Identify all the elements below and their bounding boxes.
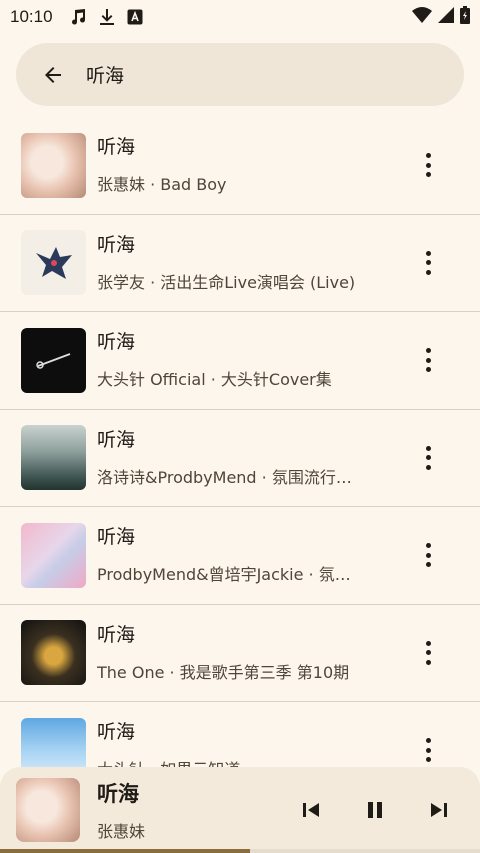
download-icon xyxy=(99,8,115,26)
list-item[interactable]: 听海 The One · 我是歌手第三季 第10期 xyxy=(0,605,480,702)
song-subtitle: ProdbyMend&曾培宇Jackie · 氛… xyxy=(97,565,351,585)
status-bar: 10:10 xyxy=(0,0,480,34)
playback-progress-track[interactable] xyxy=(249,849,480,853)
song-subtitle: 张惠妹 · Bad Boy xyxy=(97,175,227,195)
wifi-icon xyxy=(412,6,432,28)
list-item[interactable]: 听海 ProdbyMend&曾培宇Jackie · 氛… xyxy=(0,507,480,605)
signal-icon xyxy=(438,6,454,28)
album-art xyxy=(21,425,86,491)
music-note-icon xyxy=(69,8,87,26)
list-item[interactable]: 听海 张惠妹 · Bad Boy xyxy=(0,117,480,215)
song-subtitle: 大头针 Official · 大头针Cover集 xyxy=(97,370,332,390)
pause-icon[interactable] xyxy=(360,795,390,825)
player-title: 听海 xyxy=(97,782,139,806)
mini-player[interactable]: 听海 张惠妹 xyxy=(0,767,480,853)
more-vert-icon[interactable] xyxy=(416,151,440,179)
search-query[interactable]: 听海 xyxy=(86,61,124,88)
song-subtitle: 张学友 · 活出生命Live演唱会 (Live) xyxy=(97,272,356,292)
song-title: 听海 xyxy=(97,331,136,354)
song-subtitle: The One · 我是歌手第三季 第10期 xyxy=(97,662,350,682)
more-vert-icon[interactable] xyxy=(416,249,440,277)
player-album-art[interactable] xyxy=(16,778,80,842)
search-bar[interactable]: 听海 xyxy=(16,43,464,106)
back-arrow-icon[interactable] xyxy=(40,62,66,88)
more-vert-icon[interactable] xyxy=(416,346,440,374)
list-item[interactable]: 听海 大头针 Official · 大头针Cover集 xyxy=(0,312,480,410)
album-art xyxy=(21,327,86,393)
song-title: 听海 xyxy=(97,526,136,549)
song-title: 听海 xyxy=(97,233,136,256)
album-art xyxy=(21,522,86,588)
status-time: 10:10 xyxy=(10,7,53,26)
search-results-list: 听海 张惠妹 · Bad Boy 听海 张学友 · 活出生命Live演唱会 (L… xyxy=(0,117,480,800)
song-title: 听海 xyxy=(97,623,136,646)
skip-previous-icon[interactable] xyxy=(296,795,326,825)
album-art xyxy=(21,620,86,686)
player-artist: 张惠妹 xyxy=(97,822,146,841)
keyboard-a-icon xyxy=(127,9,143,25)
song-title: 听海 xyxy=(97,721,136,744)
song-title: 听海 xyxy=(97,136,136,159)
list-item[interactable]: 听海 洛诗诗&ProdbyMend · 氛围流行… xyxy=(0,410,480,507)
album-art xyxy=(21,132,86,198)
album-art xyxy=(21,230,86,296)
more-vert-icon[interactable] xyxy=(416,736,440,764)
song-title: 听海 xyxy=(97,428,136,451)
more-vert-icon[interactable] xyxy=(416,444,440,472)
skip-next-icon[interactable] xyxy=(424,795,454,825)
song-subtitle: 洛诗诗&ProdbyMend · 氛围流行… xyxy=(97,467,352,487)
playback-progress[interactable] xyxy=(0,849,250,853)
battery-icon xyxy=(460,5,470,29)
list-item[interactable]: 听海 张学友 · 活出生命Live演唱会 (Live) xyxy=(0,215,480,312)
more-vert-icon[interactable] xyxy=(416,639,440,667)
more-vert-icon[interactable] xyxy=(416,541,440,569)
